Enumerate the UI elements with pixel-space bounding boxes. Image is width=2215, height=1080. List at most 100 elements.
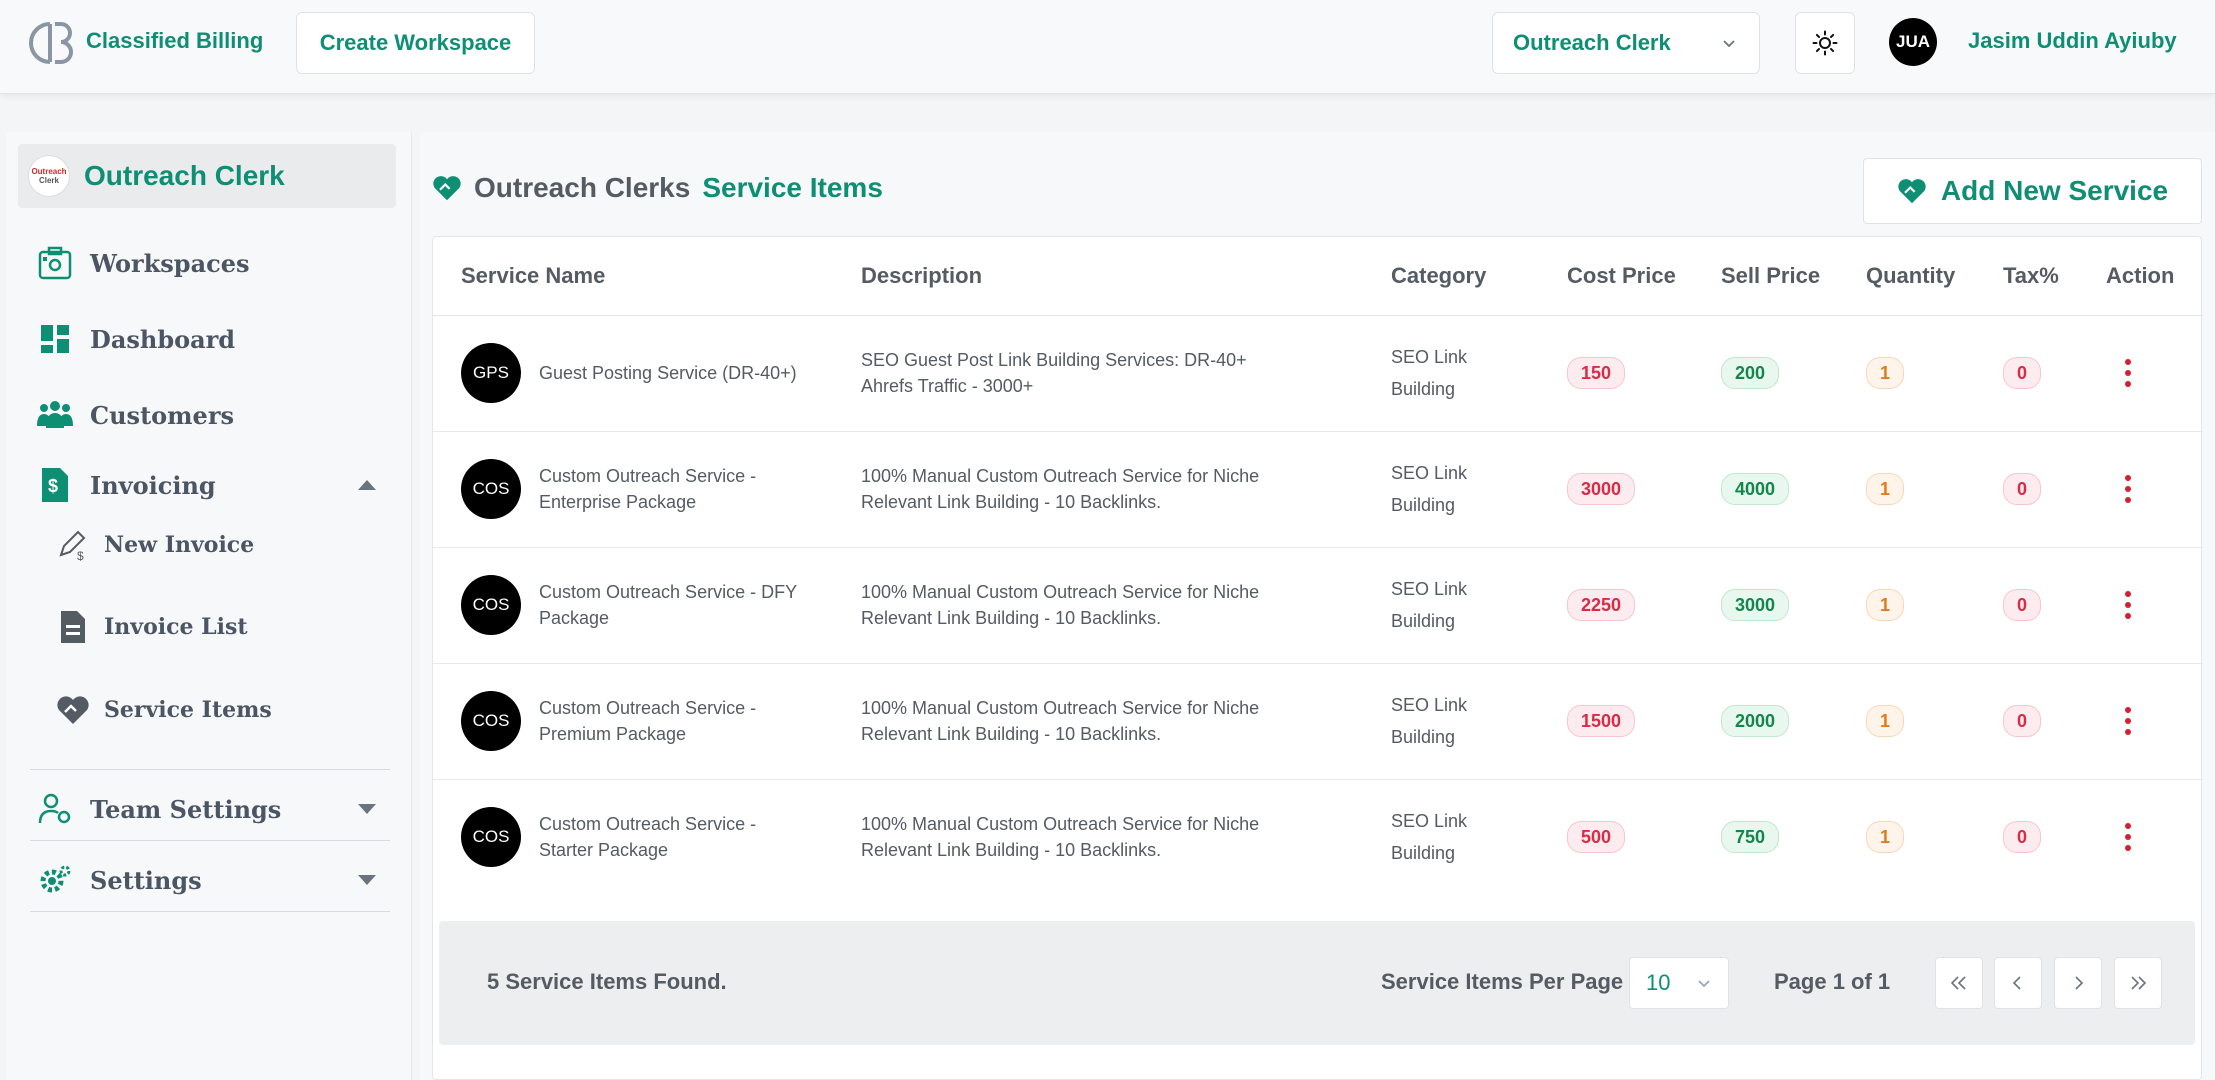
table-row[interactable]: COS Custom Outreach Service - Premium Pac…: [433, 663, 2203, 780]
previous-page-button[interactable]: [1994, 957, 2042, 1009]
expand-caret-icon[interactable]: [358, 804, 376, 814]
add-new-service-button[interactable]: Add New Service: [1863, 158, 2202, 224]
service-name[interactable]: Guest Posting Service (DR-40+): [539, 360, 799, 386]
quantity-badge: 1: [1866, 357, 1905, 389]
action-cell: [2106, 431, 2203, 548]
table-row[interactable]: COS Custom Outreach Service - DFY Package…: [433, 547, 2203, 664]
sidebar-item-customers[interactable]: Customers: [36, 396, 234, 434]
sidebar-item-service-items[interactable]: Service Items: [56, 693, 272, 727]
cost-price-badge: 150: [1567, 357, 1626, 389]
next-page-button[interactable]: [2054, 957, 2102, 1009]
service-name-cell: GPS Guest Posting Service (DR-40+): [433, 315, 861, 432]
dashboard-icon: [36, 320, 74, 358]
last-page-button[interactable]: [2114, 957, 2162, 1009]
column-header-category[interactable]: Category: [1391, 237, 1567, 316]
row-actions-menu-icon[interactable]: [2123, 359, 2133, 387]
column-header-cost-price[interactable]: Cost Price: [1567, 237, 1721, 316]
table-row[interactable]: GPS Guest Posting Service (DR-40+) SEO Gue…: [433, 315, 2203, 432]
sidebar-item-invoicing[interactable]: $ Invoicing: [36, 466, 376, 504]
tax-badge: 0: [2003, 705, 2042, 737]
sell-price-badge: 2000: [1721, 705, 1790, 737]
app-name[interactable]: Classified Billing: [86, 28, 263, 54]
settings-gear-icon: [36, 861, 74, 899]
expand-caret-icon[interactable]: [358, 875, 376, 885]
table-header-row: Service Name Description Category Cost P…: [433, 237, 2203, 316]
service-name-cell: COS Custom Outreach Service - Premium Pac…: [433, 663, 861, 780]
quantity-badge: 1: [1866, 589, 1905, 621]
description-cell: 100% Manual Custom Outreach Service for …: [861, 663, 1391, 780]
first-page-button[interactable]: [1935, 957, 1983, 1009]
table-row[interactable]: COS Custom Outreach Service - Starter Pac…: [433, 779, 2203, 895]
cost-price-badge: 500: [1567, 821, 1626, 854]
row-actions-menu-icon[interactable]: [2123, 475, 2133, 503]
sell-price-cell: 3000: [1721, 547, 1866, 664]
column-header-sell-price[interactable]: Sell Price: [1721, 237, 1866, 316]
chevron-left-icon: [2012, 976, 2021, 990]
description-cell: SEO Guest Post Link Building Services: D…: [861, 315, 1391, 432]
workspaces-icon: [36, 244, 74, 282]
current-workspace[interactable]: Outreach Clerk Outreach Clerk: [18, 144, 396, 208]
service-name[interactable]: Custom Outreach Service - DFY Package: [539, 579, 799, 631]
sidebar-item-team-settings[interactable]: Team Settings: [36, 790, 376, 828]
action-cell: [2106, 315, 2203, 432]
per-page-value: 10: [1646, 970, 1671, 995]
column-header-description[interactable]: Description: [861, 237, 1391, 316]
cost-price-badge: 2250: [1567, 589, 1636, 621]
tax-cell: 0: [2003, 779, 2106, 895]
cost-price-cell: 150: [1567, 315, 1721, 432]
cost-price-badge: 1500: [1567, 705, 1636, 737]
sidebar-item-invoice-list[interactable]: Invoice List: [56, 610, 248, 644]
sidebar-item-new-invoice[interactable]: $ New Invoice: [56, 528, 254, 562]
service-name[interactable]: Custom Outreach Service - Starter Packag…: [539, 811, 799, 863]
cost-price-cell: 1500: [1567, 663, 1721, 780]
workspace-select[interactable]: Outreach Clerk: [1492, 12, 1760, 74]
quantity-cell: 1: [1866, 315, 2003, 432]
service-name-cell: COS Custom Outreach Service - Enterprise …: [433, 431, 861, 548]
page-info: Page 1 of 1: [1774, 969, 1891, 994]
sidebar: Outreach Clerk Outreach Clerk Workspaces…: [6, 132, 412, 1080]
classified-billing-logo-icon: [29, 22, 73, 64]
cost-price-cell: 2250: [1567, 547, 1721, 664]
collapse-caret-icon[interactable]: [358, 480, 376, 490]
team-settings-icon: [36, 790, 74, 828]
description-cell: 100% Manual Custom Outreach Service for …: [861, 547, 1391, 664]
quantity-cell: 1: [1866, 663, 2003, 780]
invoice-icon: $: [36, 466, 74, 504]
tax-badge: 0: [2003, 589, 2042, 621]
table-row[interactable]: COS Custom Outreach Service - Enterprise …: [433, 431, 2203, 548]
main-content: Outreach Clerks Service Items Add New Se…: [420, 132, 2215, 1080]
row-actions-menu-icon[interactable]: [2123, 823, 2133, 852]
top-header: Classified Billing Create Workspace Outr…: [0, 0, 2215, 94]
customers-icon: [36, 396, 74, 434]
sidebar-item-settings[interactable]: Settings: [36, 861, 376, 899]
sidebar-divider: [30, 769, 390, 770]
service-name[interactable]: Custom Outreach Service - Premium Packag…: [539, 695, 799, 747]
column-header-service-name[interactable]: Service Name: [433, 237, 861, 316]
user-avatar[interactable]: JUA: [1889, 18, 1937, 66]
row-actions-menu-icon[interactable]: [2123, 591, 2133, 619]
user-name[interactable]: Jasim Uddin Ayiuby: [1968, 28, 2177, 54]
sidebar-item-dashboard[interactable]: Dashboard: [36, 320, 235, 358]
sidebar-divider: [30, 911, 390, 912]
service-name-cell: COS Custom Outreach Service - Starter Pac…: [433, 779, 861, 895]
quantity-badge: 1: [1866, 821, 1905, 854]
create-workspace-button[interactable]: Create Workspace: [296, 12, 535, 74]
per-page-select[interactable]: 10: [1629, 957, 1729, 1009]
column-header-tax[interactable]: Tax%: [2003, 237, 2106, 316]
description-cell: 100% Manual Custom Outreach Service for …: [861, 431, 1391, 548]
sell-price-badge: 3000: [1721, 589, 1790, 621]
cost-price-cell: 500: [1567, 779, 1721, 895]
column-header-action: Action: [2106, 237, 2203, 316]
category-cell: SEO Link Building: [1391, 811, 1468, 864]
sidebar-item-workspaces[interactable]: Workspaces: [36, 244, 250, 282]
row-actions-menu-icon[interactable]: [2123, 707, 2133, 735]
theme-toggle-button[interactable]: [1795, 12, 1855, 74]
service-name[interactable]: Custom Outreach Service - Enterprise Pac…: [539, 463, 799, 515]
tax-cell: 0: [2003, 431, 2106, 548]
page-title-section: Service Items: [702, 172, 883, 203]
sell-price-badge: 200: [1721, 357, 1780, 389]
column-header-quantity[interactable]: Quantity: [1866, 237, 2003, 316]
double-chevron-right-icon: [2131, 976, 2147, 990]
new-invoice-icon: $: [56, 528, 90, 562]
sell-price-badge: 4000: [1721, 473, 1790, 505]
